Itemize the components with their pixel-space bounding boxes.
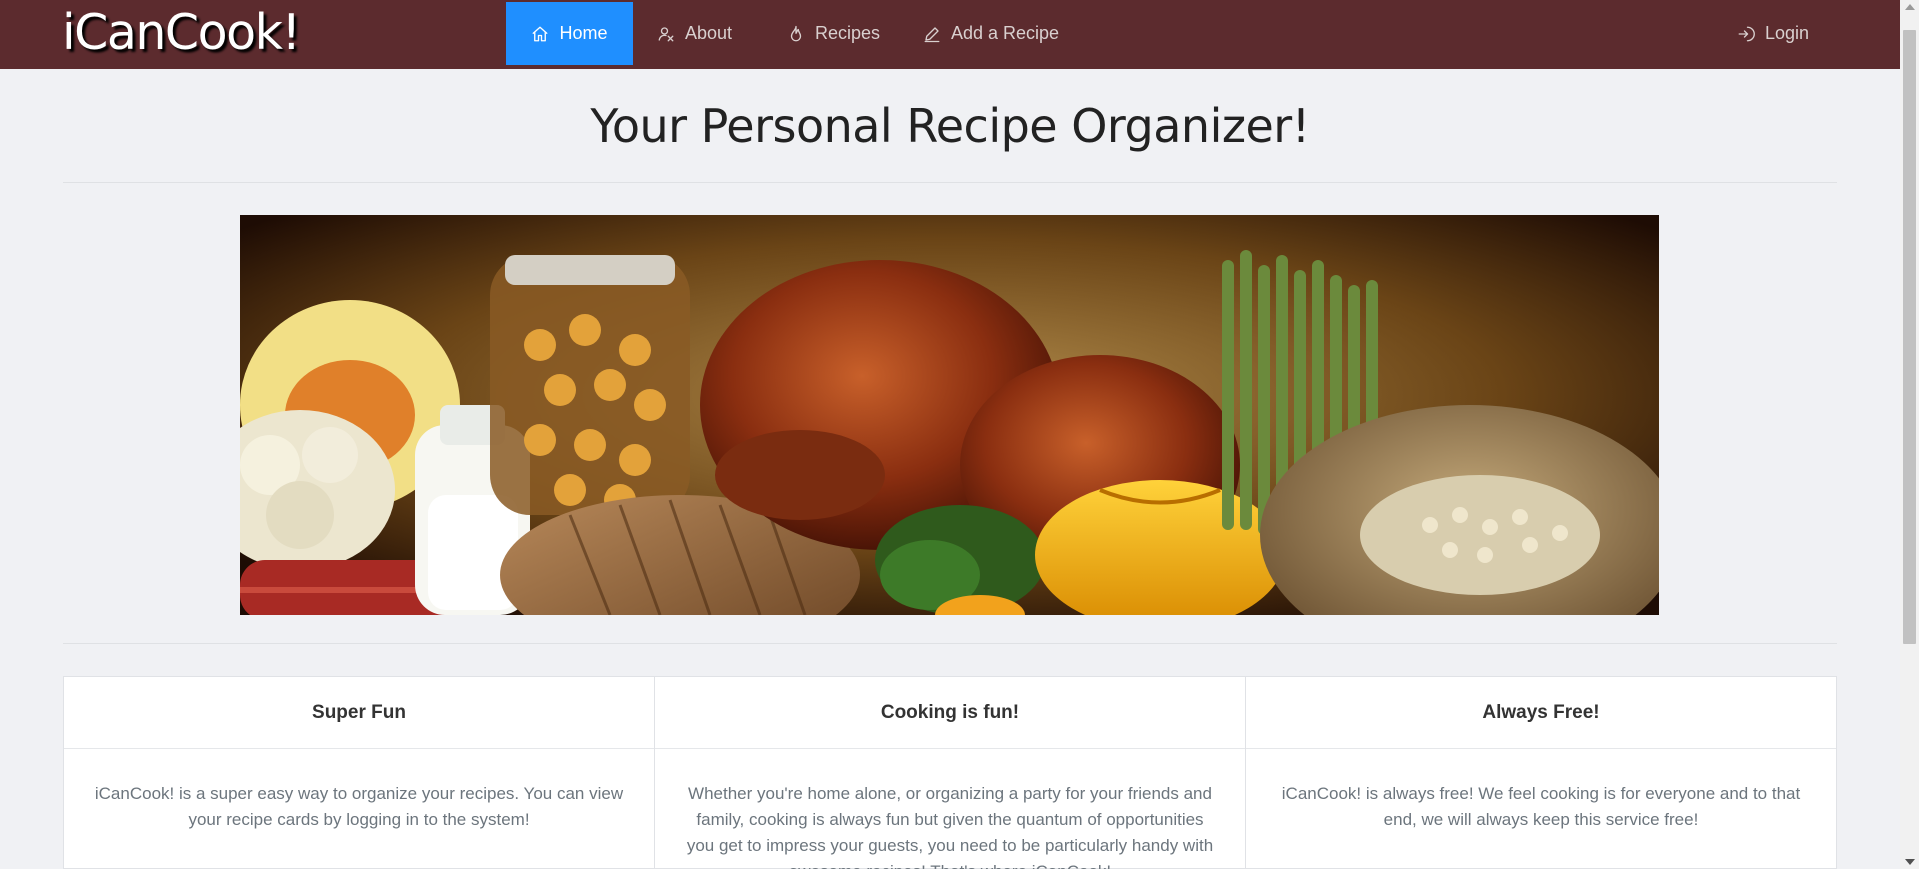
card-title: Always Free!	[1246, 677, 1836, 749]
nav-home-label: Home	[559, 23, 608, 43]
nav-login[interactable]: Login	[1713, 2, 1833, 65]
divider-top	[63, 182, 1837, 183]
flame-icon	[790, 25, 802, 41]
nav-recipes-label: Recipes	[815, 23, 881, 43]
feature-card-super-fun: Super Fun iCanCook! is a super easy way …	[63, 676, 655, 869]
login-icon	[1738, 26, 1755, 41]
nav-login-label: Login	[1765, 23, 1810, 43]
page-title: Your Personal Recipe Organizer!	[590, 99, 1310, 153]
scrollbar-thumb[interactable]	[1903, 30, 1916, 644]
nav-about-label: About	[685, 23, 733, 43]
home-icon	[533, 26, 548, 41]
scroll-down-arrow-icon[interactable]	[1905, 859, 1915, 865]
card-body: Whether you're home alone, or organizing…	[686, 784, 1214, 869]
nav-about[interactable]: About	[633, 2, 756, 65]
card-title: Cooking is fun!	[655, 677, 1245, 749]
nav-recipes[interactable]: Recipes	[763, 2, 904, 65]
brand-logo[interactable]: iCanCook!	[62, 2, 301, 64]
scroll-up-arrow-icon[interactable]	[1905, 4, 1915, 10]
pencil-icon	[924, 26, 940, 42]
divider-bottom	[63, 643, 1837, 644]
page-scrollbar[interactable]	[1900, 0, 1919, 869]
card-body: iCanCook! is always free! We feel cookin…	[1281, 784, 1801, 829]
nav-add-recipe-label: Add a Recipe	[951, 23, 1060, 43]
user-icon	[658, 26, 674, 41]
top-navbar: iCanCook! Home About Recipes Add a Recip…	[0, 0, 1900, 69]
hero-food-image	[240, 215, 1659, 615]
card-title: Super Fun	[64, 677, 654, 749]
feature-card-cooking-fun: Cooking is fun! Whether you're home alon…	[654, 676, 1246, 869]
nav-add-recipe[interactable]: Add a Recipe	[899, 2, 1083, 65]
nav-home[interactable]: Home	[506, 2, 633, 65]
feature-card-always-free: Always Free! iCanCook! is always free! W…	[1245, 676, 1837, 869]
card-body: iCanCook! is a super easy way to organiz…	[94, 784, 624, 829]
